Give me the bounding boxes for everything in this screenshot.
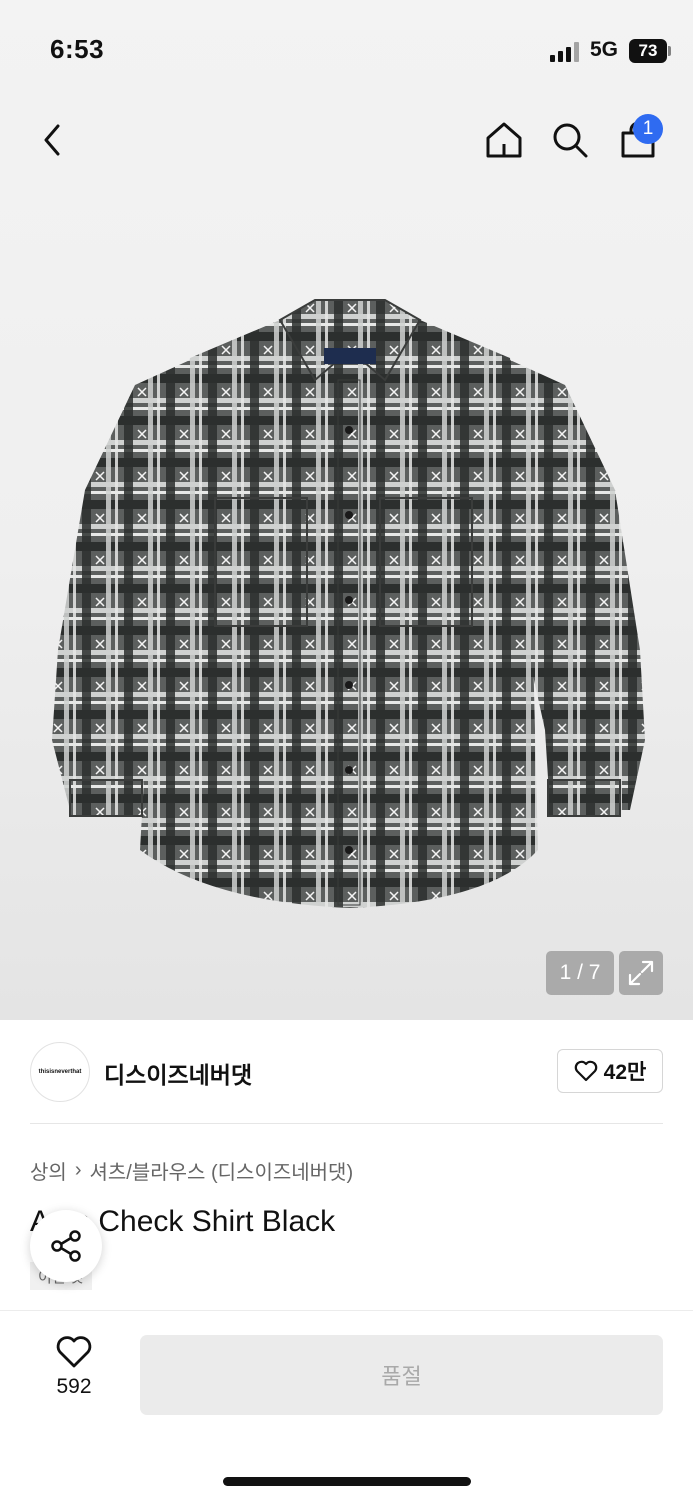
heart-icon [574,1060,597,1082]
image-counter: 1 / 7 [546,951,614,995]
battery-icon: 73 [629,39,667,63]
home-indicator [223,1477,471,1486]
sold-out-button[interactable]: 품절 [140,1335,663,1415]
product-gallery[interactable]: 6:53 5G 73 1 1 / 7 [0,0,693,1020]
top-nav [0,110,693,170]
expand-icon [628,960,654,986]
wishlist-button[interactable]: 592 [38,1335,110,1415]
brand-like-button[interactable]: 42만 [557,1049,663,1093]
brand-row: thisisneverthat 디스이즈네버댓 42만 [0,1020,693,1124]
breadcrumb-subcategory[interactable]: 셔츠/블라우스 (디스이즈네버댓) [89,1156,353,1185]
chevron-left-icon [44,124,60,156]
brand-logo-text: thisisneverthat [38,1069,82,1075]
share-icon [51,1230,81,1262]
wishlist-count: 592 [56,1375,92,1398]
home-icon [486,122,522,158]
status-bar: 6:53 5G 73 [0,0,693,100]
brand-logo[interactable]: thisisneverthat [30,1042,90,1102]
home-button[interactable] [480,116,528,164]
heart-icon [56,1336,92,1368]
brand-name[interactable]: 디스이즈네버댓 [104,1056,252,1090]
divider [30,1123,663,1124]
expand-image-button[interactable] [619,951,663,995]
search-button[interactable] [546,116,594,164]
share-button[interactable] [30,1210,102,1282]
chevron-right-icon: › [74,1159,82,1181]
signal-icon [550,42,579,62]
bottom-action-bar: 592 품절 [0,1310,693,1500]
brand-like-count: 42만 [603,1061,647,1084]
breadcrumb-category[interactable]: 상의 [30,1156,67,1185]
search-icon [553,123,588,158]
cart-count-badge: 1 [633,114,663,144]
product-image[interactable] [40,290,660,920]
back-button[interactable] [30,116,74,164]
network-type: 5G [590,38,619,61]
battery-tip [668,46,671,56]
status-time: 6:53 [50,34,105,64]
breadcrumb: 상의 › 셔츠/블라우스 (디스이즈네버댓) [30,1156,353,1185]
